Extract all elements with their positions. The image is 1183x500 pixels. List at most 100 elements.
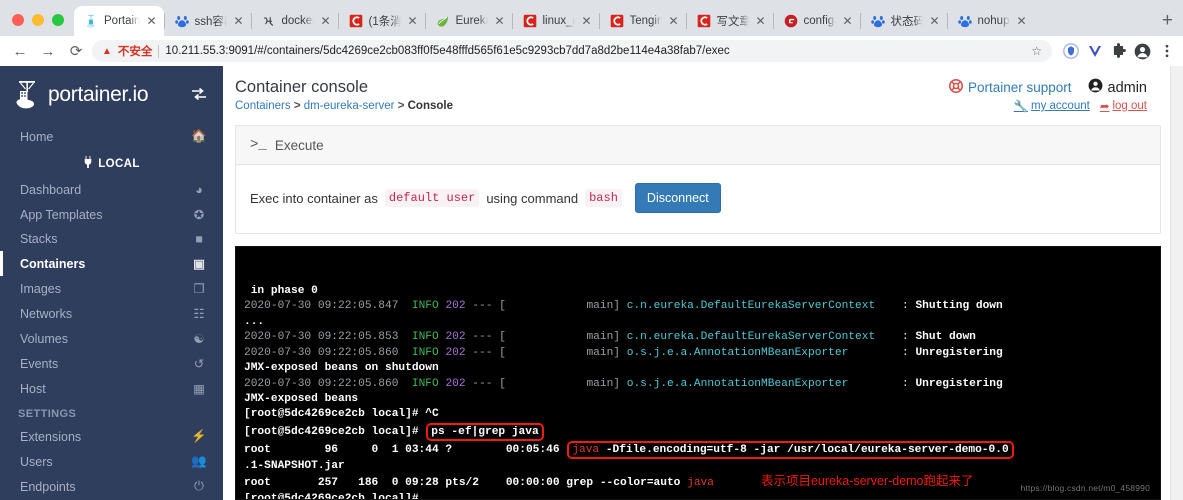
host-icon: ▦ <box>193 382 205 396</box>
sidebar-item-users[interactable]: Users 👥 <box>0 449 223 474</box>
browser-tab[interactable]: Eureka ✕ <box>426 6 512 36</box>
networks-icon: ☷ <box>193 307 205 321</box>
terminal-text: -Dfile.encoding=utf-8 -jar /usr/local/eu… <box>599 443 1009 456</box>
terminal-text: 202 <box>445 331 466 344</box>
tab-close-icon[interactable]: ✕ <box>233 15 243 27</box>
tab-close-icon[interactable]: ✕ <box>842 15 852 27</box>
tab-close-icon[interactable]: ✕ <box>146 15 156 27</box>
tab-close-icon[interactable]: ✕ <box>320 15 330 27</box>
sidebar-item-dashboard[interactable]: Dashboard ◕ <box>0 178 223 202</box>
tab-close-icon[interactable]: ✕ <box>407 15 417 27</box>
sidebar-item-images[interactable]: Images ❐ <box>0 276 223 301</box>
app-body: portainer.io Home 🏠 LOCAL Dashboard ◕ Ap… <box>0 66 1183 500</box>
sidebar-item-endpoints[interactable]: Endpoints ⏻ <box>0 474 223 499</box>
breadcrumb-container-name[interactable]: dm-eureka-server <box>304 100 395 112</box>
tab-close-icon[interactable]: ✕ <box>755 15 765 27</box>
extension-icons <box>1056 43 1175 60</box>
sidebar-item-label: Containers <box>20 256 86 271</box>
window-maximize-button[interactable] <box>52 14 64 26</box>
not-secure-label: 不安全 <box>117 46 153 58</box>
events-icon: ↺ <box>193 357 205 371</box>
terminal-text: .1-SNAPSHOT.jar <box>244 459 345 472</box>
disconnect-button[interactable]: Disconnect <box>634 183 721 214</box>
tab-close-icon[interactable]: ✕ <box>494 15 504 27</box>
logout-link[interactable]: ➦ log out <box>1100 99 1147 113</box>
sidebar-item-containers[interactable]: Containers ▣ <box>0 251 223 276</box>
sidebar-item-home[interactable]: Home 🏠 <box>0 124 223 149</box>
new-tab-button[interactable]: + <box>1152 11 1183 36</box>
browser-tab[interactable]: 状态码4 ✕ <box>861 6 947 36</box>
terminal-text: 2020-07-30 09:22:05.860 <box>244 377 399 390</box>
tab-title: 状态码4 <box>890 16 924 28</box>
window-minimize-button[interactable] <box>32 14 44 26</box>
sidebar-item-host[interactable]: Host ▦ <box>0 376 223 401</box>
user-circle-icon <box>1088 78 1103 97</box>
browser-tab[interactable]: docker ✕ <box>252 6 338 36</box>
sidebar-item-stacks[interactable]: Stacks ■ <box>0 227 223 251</box>
my-account-link[interactable]: 🔧 my account <box>1014 99 1090 113</box>
browser-tab[interactable]: 写文章- ✕ <box>687 6 773 36</box>
gitee-icon <box>784 14 798 28</box>
back-button[interactable]: ← <box>8 39 32 63</box>
browser-tab[interactable]: config- ✕ <box>774 6 860 36</box>
portainer-support-link[interactable]: Portainer support <box>948 79 1072 96</box>
terminal-line: 2020-07-30 09:22:05.847 INFO 202 --- [ m… <box>244 299 1152 314</box>
star-icon[interactable]: ☆ <box>1025 44 1042 58</box>
terminal-text: INFO <box>411 331 439 344</box>
profile-avatar-icon[interactable] <box>1134 43 1151 60</box>
browser-tab[interactable]: ssh容器 ✕ <box>165 6 251 36</box>
terminal-text: --- [ <box>465 300 506 313</box>
tab-title: config- <box>803 15 837 27</box>
tab-close-icon[interactable]: ✕ <box>668 15 678 27</box>
terminal-text: : <box>875 300 916 313</box>
terminal-line: root 257 186 0 09:28 pts/2 00:00:00 grep… <box>244 474 1152 491</box>
tab-close-icon[interactable]: ✕ <box>929 15 939 27</box>
tab-title: Tengine <box>629 15 663 27</box>
baidu-icon <box>957 14 972 28</box>
sidebar-item-volumes[interactable]: Volumes ☯ <box>0 326 223 351</box>
tab-close-icon[interactable]: ✕ <box>1016 15 1026 27</box>
collapse-sidebar-icon[interactable] <box>191 87 207 104</box>
terminal-text: --- [ <box>465 377 506 390</box>
annotation-text: 表示项目eureka-server-demo跑起来了 <box>760 474 974 489</box>
sidebar-item-app-templates[interactable]: App Templates ✪ <box>0 202 223 227</box>
url-text: 10.211.55.3:9091/#/containers/5dc4269ce2… <box>165 45 730 57</box>
terminal-text: 2020-07-30 09:22:05.847 <box>244 300 399 313</box>
shield-extension-icon[interactable] <box>1062 43 1079 60</box>
breadcrumb-containers[interactable]: Containers <box>235 100 291 112</box>
terminal-text: : <box>848 346 916 359</box>
terminal-text: c.n.eureka.DefaultEurekaServerContext <box>626 331 876 344</box>
chrome-menu-icon[interactable] <box>1158 43 1175 60</box>
address-bar[interactable]: ▲ 不安全 10.211.55.3:9091/#/containers/5dc4… <box>92 40 1052 62</box>
sidebar-item-networks[interactable]: Networks ☷ <box>0 301 223 326</box>
terminal-text: 2020-07-30 09:22:05.860 <box>244 346 399 359</box>
window-close-button[interactable] <box>12 14 24 26</box>
home-icon: 🏠 <box>191 129 207 143</box>
vimium-extension-icon[interactable] <box>1086 43 1103 60</box>
sidebar-item-events[interactable]: Events ↺ <box>0 351 223 376</box>
browser-tab[interactable]: (1条消息 ✕ <box>339 6 425 36</box>
support-label: Portainer support <box>967 80 1072 95</box>
browser-tabstrip: Portain✕ssh容器✕docker✕(1条消息✕Eureka✕linux_… <box>0 0 1183 36</box>
endpoint-name: LOCAL <box>98 157 140 170</box>
puzzle-extension-icon[interactable] <box>1110 43 1127 60</box>
tab-close-icon[interactable]: ✕ <box>581 15 591 27</box>
browser-tab[interactable]: Tengine ✕ <box>600 6 686 36</box>
wrench-icon: 🔧 <box>1013 101 1029 113</box>
browser-tab[interactable]: linux_m ✕ <box>513 6 599 36</box>
terminal-text: java <box>572 443 600 456</box>
page-scrollbar[interactable] <box>1170 66 1183 500</box>
browser-tab[interactable]: nohup_ ✕ <box>948 6 1034 36</box>
brand[interactable]: portainer.io <box>0 74 223 124</box>
reload-button[interactable]: ⟳ <box>64 39 88 63</box>
forward-button[interactable]: → <box>36 39 60 63</box>
sidebar-item-label: Stacks <box>20 232 58 246</box>
execute-panel-header: >_ Execute <box>236 126 1160 165</box>
sidebar-item-extensions[interactable]: Extensions ⚡ <box>0 424 223 449</box>
container-console-terminal[interactable]: in phase 0 2020-07-30 09:22:05.847 INFO 2… <box>235 246 1161 500</box>
browser-tab[interactable]: Portain ✕ <box>74 6 164 36</box>
images-icon: ❐ <box>193 282 205 296</box>
window-controls <box>8 14 74 36</box>
